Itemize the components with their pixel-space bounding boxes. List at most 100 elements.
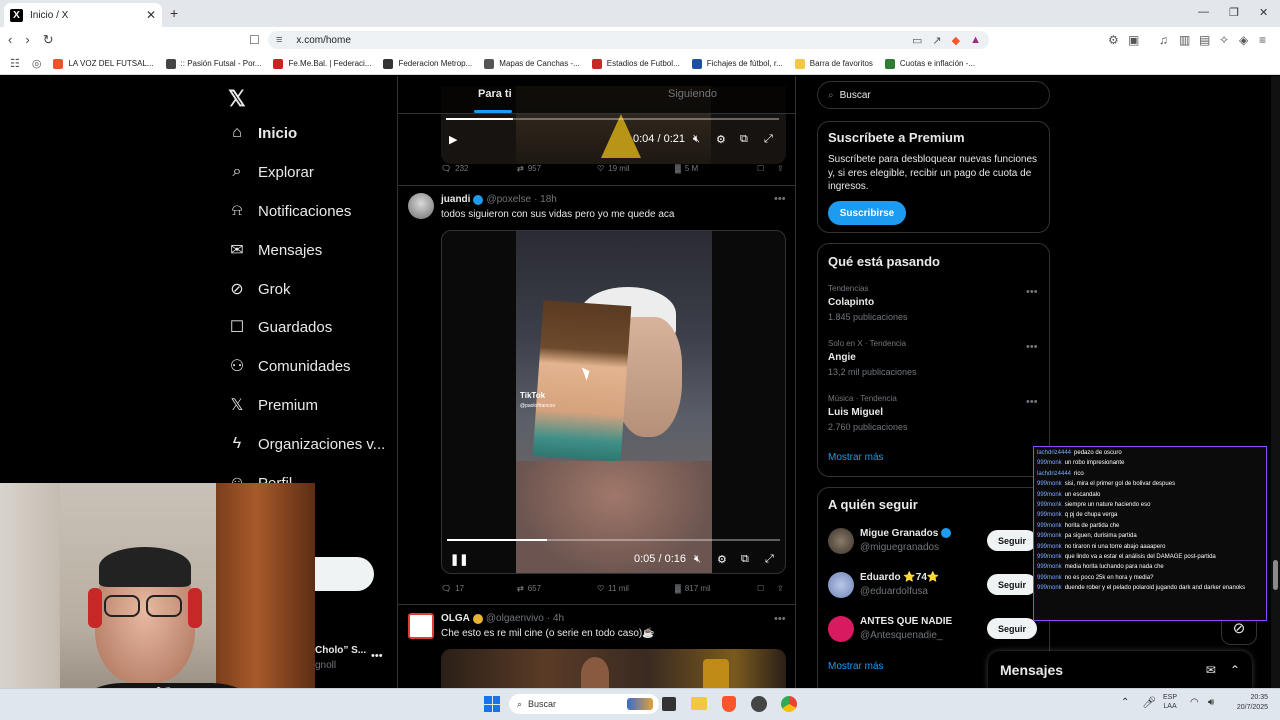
account-more-icon[interactable]: ••• xyxy=(371,650,383,662)
views-button[interactable]: ▓ 5 M xyxy=(675,164,757,173)
bookmark-item[interactable]: Fe.Me.Bal. | Federaci... xyxy=(273,58,371,69)
minimize-button[interactable]: — xyxy=(1198,6,1209,18)
bookmark-item[interactable]: :: Pasión Futsal - Por... xyxy=(165,58,261,69)
suggestion-avatar[interactable] xyxy=(828,616,854,642)
forward-icon[interactable]: › xyxy=(25,32,29,48)
volume-icon[interactable]: 🔊︎ xyxy=(1208,697,1214,708)
tweet2-fullscreen-icon[interactable]: ⤢ xyxy=(765,553,774,566)
sidebar-item-guardados[interactable]: ☐ Guardados xyxy=(228,318,332,337)
sidebar-item-comunidades[interactable]: ⚇ Comunidades xyxy=(228,357,351,376)
juandi-avatar[interactable] xyxy=(408,193,434,219)
bookmark-item[interactable]: Federacion Metrop... xyxy=(383,58,472,69)
bookmark-page-icon[interactable]: ☐ xyxy=(249,33,260,47)
file-explorer-icon[interactable] xyxy=(691,697,707,710)
trend-more-icon[interactable]: ••• xyxy=(1026,286,1038,298)
new-message-icon[interactable]: ✉ xyxy=(1206,663,1216,677)
new-tab-button[interactable]: + xyxy=(170,5,178,21)
mic-icon[interactable]: 🎤︎ xyxy=(1142,696,1156,709)
repost-button[interactable]: ⇄ 657 xyxy=(517,584,597,593)
tab-search-icon[interactable]: ▣ xyxy=(1128,33,1139,47)
bookmark-item[interactable]: Estadios de Futbol... xyxy=(591,58,680,69)
views-button[interactable]: ▓ 817 mil xyxy=(675,584,757,593)
restore-button[interactable]: ❐ xyxy=(1229,6,1239,19)
tweet3-age[interactable]: · 4h xyxy=(547,613,564,624)
close-window-button[interactable]: ✕ xyxy=(1259,6,1268,19)
reply-button[interactable]: 🗨︎ 17 xyxy=(441,584,517,593)
tab-siguiendo[interactable]: Siguiendo xyxy=(668,88,717,100)
suggestion-avatar[interactable] xyxy=(828,572,854,598)
bookmark-item[interactable]: Cuotas e inflación -... xyxy=(884,58,975,69)
cast-icon[interactable]: ▭ xyxy=(912,34,922,47)
sidebar-item-notificaciones[interactable]: ⍾ Notificaciones xyxy=(228,202,352,220)
apps-icon[interactable]: ☷ xyxy=(10,57,20,70)
media-icon[interactable]: ♫ xyxy=(1159,33,1168,47)
follow-button[interactable]: Seguir xyxy=(987,530,1037,551)
bookmark-item[interactable]: Barra de favoritos xyxy=(794,58,873,69)
sidebar-item-explorar[interactable]: ⌕ Explorar xyxy=(228,163,314,181)
trend-item[interactable]: Música · Tendencia Luis Miguel 2.760 publi… xyxy=(828,394,1040,432)
menu-icon[interactable]: ≡ xyxy=(1259,33,1266,47)
tweet1-mute-icon[interactable]: 🔇︎ xyxy=(693,133,700,146)
tweet2-more-icon[interactable]: ••• xyxy=(774,193,786,205)
trends-show-more[interactable]: Mostrar más xyxy=(828,452,884,463)
like-button[interactable]: ♡ 19 mil xyxy=(597,164,675,173)
post-button[interactable] xyxy=(306,557,374,591)
taskbar-search[interactable]: ⌕ Buscar xyxy=(509,694,659,714)
brave-taskbar-icon[interactable] xyxy=(722,696,736,712)
browser-tab[interactable]: X Inicio / X ✕ xyxy=(4,3,162,27)
follow-button[interactable]: Seguir xyxy=(987,618,1037,639)
follow-suggestion[interactable]: Eduardo ⭐74⭐ @eduardolfusa Seguir xyxy=(828,570,1040,604)
who-show-more[interactable]: Mostrar más xyxy=(828,661,884,672)
tray-chevron-icon[interactable]: ⌃ xyxy=(1121,697,1129,708)
suggestion-name[interactable]: Eduardo ⭐74⭐ xyxy=(860,572,939,583)
messages-drawer[interactable]: Mensajes ✉ ⌃ xyxy=(988,651,1252,689)
expand-icon[interactable]: ⌃ xyxy=(1230,663,1240,677)
sidebar-icon[interactable]: ▥ xyxy=(1179,33,1190,47)
trend-item[interactable]: Tendencias Colapinto 1.845 publicaciones ••… xyxy=(828,284,1040,322)
tab-para-ti[interactable]: Para ti xyxy=(478,88,512,100)
tweet2-progress-track[interactable] xyxy=(447,539,780,541)
page-scrollbar[interactable] xyxy=(1271,76,1280,688)
close-tab-icon[interactable]: ✕ xyxy=(146,8,156,22)
x-logo-icon[interactable]: 𝕏 xyxy=(228,86,246,112)
reload-icon[interactable]: ↻ xyxy=(43,32,54,48)
search-input[interactable]: ⌕ Buscar xyxy=(817,81,1050,109)
follow-button[interactable]: Seguir xyxy=(987,574,1037,595)
tweet1-fullscreen-icon[interactable]: ⤢ xyxy=(764,133,773,146)
clock[interactable]: 20:35 20/7/2025 xyxy=(1226,693,1268,713)
tweet3-more-icon[interactable]: ••• xyxy=(774,613,786,625)
brave-rewards-icon[interactable]: ▲ xyxy=(970,34,981,47)
tweet1-progress-track[interactable] xyxy=(446,118,779,120)
vpn-icon[interactable]: ◈ xyxy=(1239,33,1248,47)
obs-taskbar-icon[interactable] xyxy=(751,696,767,712)
tweet3-author[interactable]: OLGA xyxy=(441,613,470,624)
subscribe-button[interactable]: Suscribirse xyxy=(828,201,906,225)
tweet2-handle[interactable]: @poxelse xyxy=(486,194,531,205)
tweet1-play-icon[interactable]: ▶ xyxy=(449,133,457,146)
tweet3-handle[interactable]: @olgaenvivo xyxy=(486,613,544,624)
trend-more-icon[interactable]: ••• xyxy=(1026,396,1038,408)
olga-avatar[interactable] xyxy=(408,613,434,639)
share-icon[interactable]: ↗ xyxy=(932,34,941,47)
task-view-icon[interactable] xyxy=(662,697,676,711)
bookmark-item[interactable]: Mapas de Canchas -... xyxy=(484,58,580,69)
share-icon[interactable]: ⇪ xyxy=(777,164,784,173)
tweet1-pip-icon[interactable]: ⧉ xyxy=(740,133,748,146)
like-button[interactable]: ♡ 11 mil xyxy=(597,584,675,593)
scrollbar-thumb[interactable] xyxy=(1273,560,1278,590)
bookmark-item[interactable]: LA VOZ DEL FUTSAL... xyxy=(53,58,154,69)
sidebar-item-organizaciones-v[interactable]: ϟ Organizaciones v... xyxy=(228,435,386,453)
tweet2-pause-icon[interactable]: ❚❚ xyxy=(450,553,468,566)
tweet1-settings-icon[interactable]: ⚙ xyxy=(716,133,726,146)
suggestion-name[interactable]: Migue Granados xyxy=(860,528,954,539)
language-indicator[interactable]: ESP LAA xyxy=(1163,693,1177,711)
tweet2-age[interactable]: · 18h xyxy=(534,194,557,205)
suggestion-name[interactable]: ANTES QUE NADIE xyxy=(860,616,952,627)
follow-suggestion[interactable]: ANTES QUE NADIE @Antesquenadie_ Seguir xyxy=(828,614,1040,648)
bookmark-icon[interactable]: ☐ xyxy=(757,584,777,593)
bookmark-item[interactable]: Fichajes de fútbol, r... xyxy=(691,58,783,69)
sidebar-item-grok[interactable]: ⊘ Grok xyxy=(228,280,290,299)
sidebar-item-premium[interactable]: 𝕏 Premium xyxy=(228,396,318,415)
extensions-icon[interactable]: ⚙ xyxy=(1108,33,1119,47)
tweet2-mute-icon[interactable]: 🔇︎ xyxy=(694,553,701,566)
